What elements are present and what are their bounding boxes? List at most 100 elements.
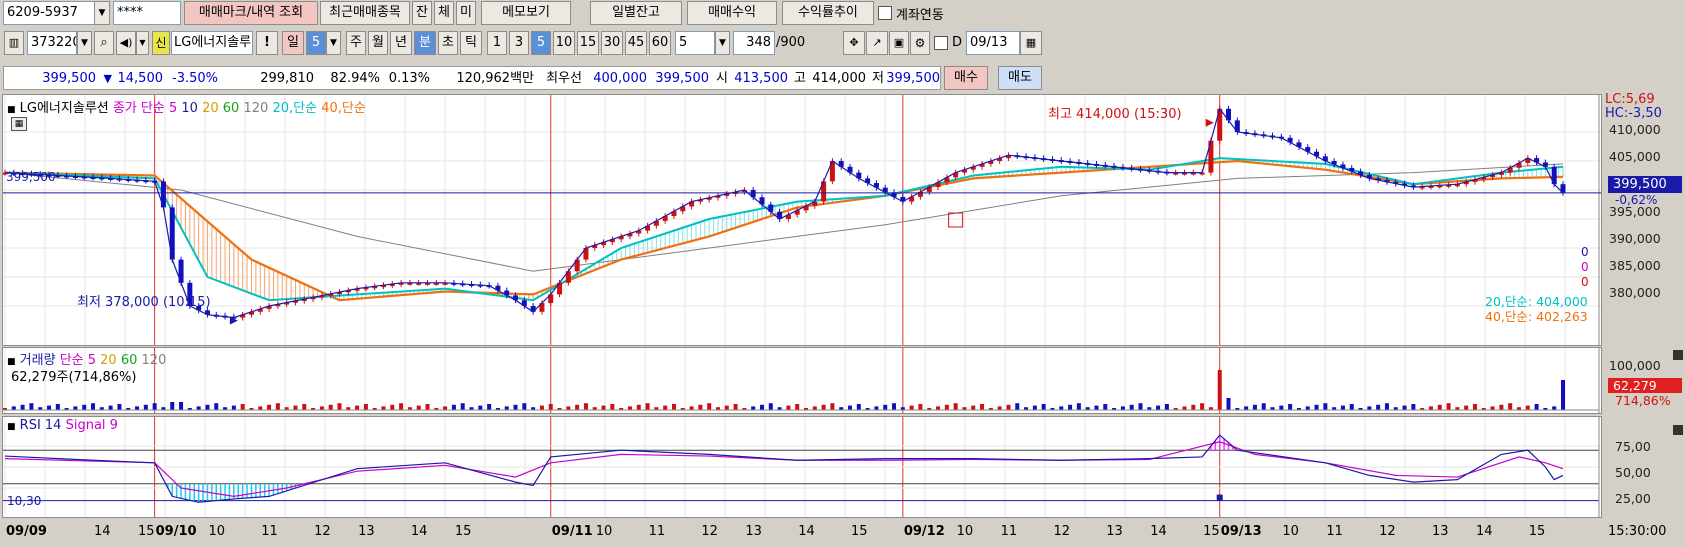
period-monthly-button[interactable]: 월: [368, 31, 388, 55]
crosshair-icon[interactable]: ✥: [843, 31, 865, 55]
minute-30-button[interactable]: 30: [601, 31, 623, 55]
volume-bar: [73, 406, 78, 410]
volume-bar: [152, 403, 157, 410]
volume-bar: [363, 404, 368, 410]
volume-bar: [47, 405, 52, 410]
volume-bar: [689, 406, 694, 410]
period-dropdown-icon[interactable]: ▼: [326, 31, 341, 55]
period-yearly-button[interactable]: 년: [390, 31, 412, 55]
period-minute-button[interactable]: 분: [414, 31, 436, 55]
volume-panel-close-icon[interactable]: [1673, 350, 1683, 360]
account-select[interactable]: 6209-5937: [3, 1, 95, 25]
volume-bar: [663, 405, 668, 410]
layout-icon[interactable]: ▥: [4, 31, 24, 55]
x-axis-label: 10: [1282, 524, 1299, 539]
code-dropdown-icon[interactable]: ▼: [77, 31, 92, 55]
ma40-readout: 40,단순: 402,263: [1485, 309, 1588, 324]
volume-chart-panel[interactable]: ■ 거래량 단순 5 20 60 120 62,279주(714,86%) 10…: [2, 347, 1683, 414]
volume-bar: [275, 403, 280, 410]
volume-bar: [231, 405, 236, 410]
high-note: 최고 414,000 (15:30): [1048, 107, 1182, 122]
volume-bar: [1490, 406, 1495, 410]
draw-tool-icon[interactable]: ↗: [866, 31, 888, 55]
calendar-icon[interactable]: ▦: [1020, 31, 1042, 55]
minute-10-button[interactable]: 10: [553, 31, 575, 55]
x-axis-label: 11: [648, 524, 666, 539]
gear-icon[interactable]: ⚙: [910, 31, 930, 55]
stock-code-input[interactable]: 373220: [27, 31, 77, 55]
volume-bar: [1323, 403, 1328, 410]
period-tick-button[interactable]: 틱: [460, 31, 482, 55]
minute-45-button[interactable]: 45: [625, 31, 647, 55]
high-label: 고: [794, 71, 806, 86]
x-axis-time: 15:30:00: [1608, 524, 1667, 539]
period-daily-button[interactable]: 일: [282, 31, 304, 55]
che-button[interactable]: 체: [434, 1, 454, 25]
volume-bar: [267, 404, 272, 410]
grid-table-icon[interactable]: ▦: [11, 117, 27, 131]
volume-bar: [1349, 404, 1354, 410]
period-weekly-button[interactable]: 주: [346, 31, 366, 55]
minute-60-button[interactable]: 60: [649, 31, 671, 55]
count-input[interactable]: 348: [733, 31, 775, 55]
volume-bar: [671, 404, 676, 410]
volume-bar: [487, 404, 492, 410]
recent-stocks-button[interactable]: 최근매매종목: [320, 1, 410, 25]
volume-bar: [953, 403, 958, 410]
trade-profit-button[interactable]: 매매수익: [687, 1, 777, 25]
volume-bar: [1279, 405, 1284, 410]
stock-name-field[interactable]: LG에너지솔루: [171, 31, 253, 55]
save-icon[interactable]: ▣: [889, 31, 909, 55]
minute-5-button[interactable]: 5: [531, 31, 551, 55]
y-tick-385000: 385,000: [1609, 258, 1661, 273]
minute-3-button[interactable]: 3: [509, 31, 529, 55]
memo-button[interactable]: 메모보기: [481, 1, 571, 25]
rsi-chart-panel[interactable]: ■ RSI 14 Signal 9 10,30 75,00 50,00 25,0…: [2, 416, 1683, 518]
x-axis-label: 11: [261, 524, 278, 539]
volume-bar: [768, 403, 773, 410]
date-checkbox[interactable]: [934, 36, 948, 50]
volume-bar: [196, 406, 201, 410]
price-chart-panel[interactable]: ■ LG에너지솔루션 종가 단순 5 10 20 60 120 20,단순 40…: [2, 92, 1682, 346]
x-axis-label: 13: [1106, 524, 1123, 539]
search-icon[interactable]: ⌕: [94, 31, 114, 55]
legend-ma20: 20: [202, 101, 219, 116]
daily-balance-button[interactable]: 일별잔고: [590, 1, 682, 25]
volume-bar: [416, 405, 421, 410]
minute-1-button[interactable]: 1: [487, 31, 507, 55]
volume-bar: [1552, 406, 1557, 410]
period-second-button[interactable]: 초: [438, 31, 458, 55]
period-daily-count[interactable]: 5: [306, 31, 326, 55]
password-field[interactable]: ****: [113, 1, 181, 25]
date-input[interactable]: 09/13: [966, 31, 1020, 55]
minute-dropdown-icon[interactable]: ▼: [715, 31, 730, 55]
buy-button[interactable]: 매수: [944, 66, 988, 90]
minute-select[interactable]: 5: [675, 31, 715, 55]
volume-bar: [1261, 403, 1266, 410]
volume-bar: [29, 403, 34, 410]
volume-bar: [698, 404, 703, 410]
speaker-icon[interactable]: ◀): [116, 31, 136, 55]
speaker-dropdown-icon[interactable]: ▼: [136, 31, 149, 55]
volume-bar: [1182, 406, 1187, 410]
jan-button[interactable]: 잔: [412, 1, 432, 25]
sell-button[interactable]: 매도: [998, 66, 1042, 90]
rsi-panel-close-icon[interactable]: [1673, 425, 1683, 435]
volume-bar: [1103, 404, 1108, 410]
account-dropdown-icon[interactable]: ▼: [94, 1, 110, 25]
mi-button[interactable]: 미: [456, 1, 476, 25]
return-trend-button[interactable]: 수익률추이: [782, 1, 874, 25]
volume-bar: [91, 403, 96, 410]
trade-mark-button[interactable]: 매매마크/내역 조회: [184, 1, 318, 25]
volume-bar: [707, 403, 712, 410]
x-axis-label: 09/10: [155, 524, 197, 539]
alert-button[interactable]: !: [256, 31, 278, 55]
volume-bar: [399, 403, 404, 410]
toolbar-chart: ▥ 373220 ▼ ⌕ ◀) ▼ 신 LG에너지솔루 ! 일 5 ▼ 주 월 …: [0, 30, 1685, 56]
volume-bar: [1076, 403, 1081, 410]
volume-current-tag: 62,279: [1608, 378, 1682, 393]
x-axis-label: 13: [745, 524, 762, 539]
minute-15-button[interactable]: 15: [577, 31, 599, 55]
current-price-tag: 399,500: [1608, 176, 1682, 193]
account-link-checkbox[interactable]: [878, 6, 892, 20]
